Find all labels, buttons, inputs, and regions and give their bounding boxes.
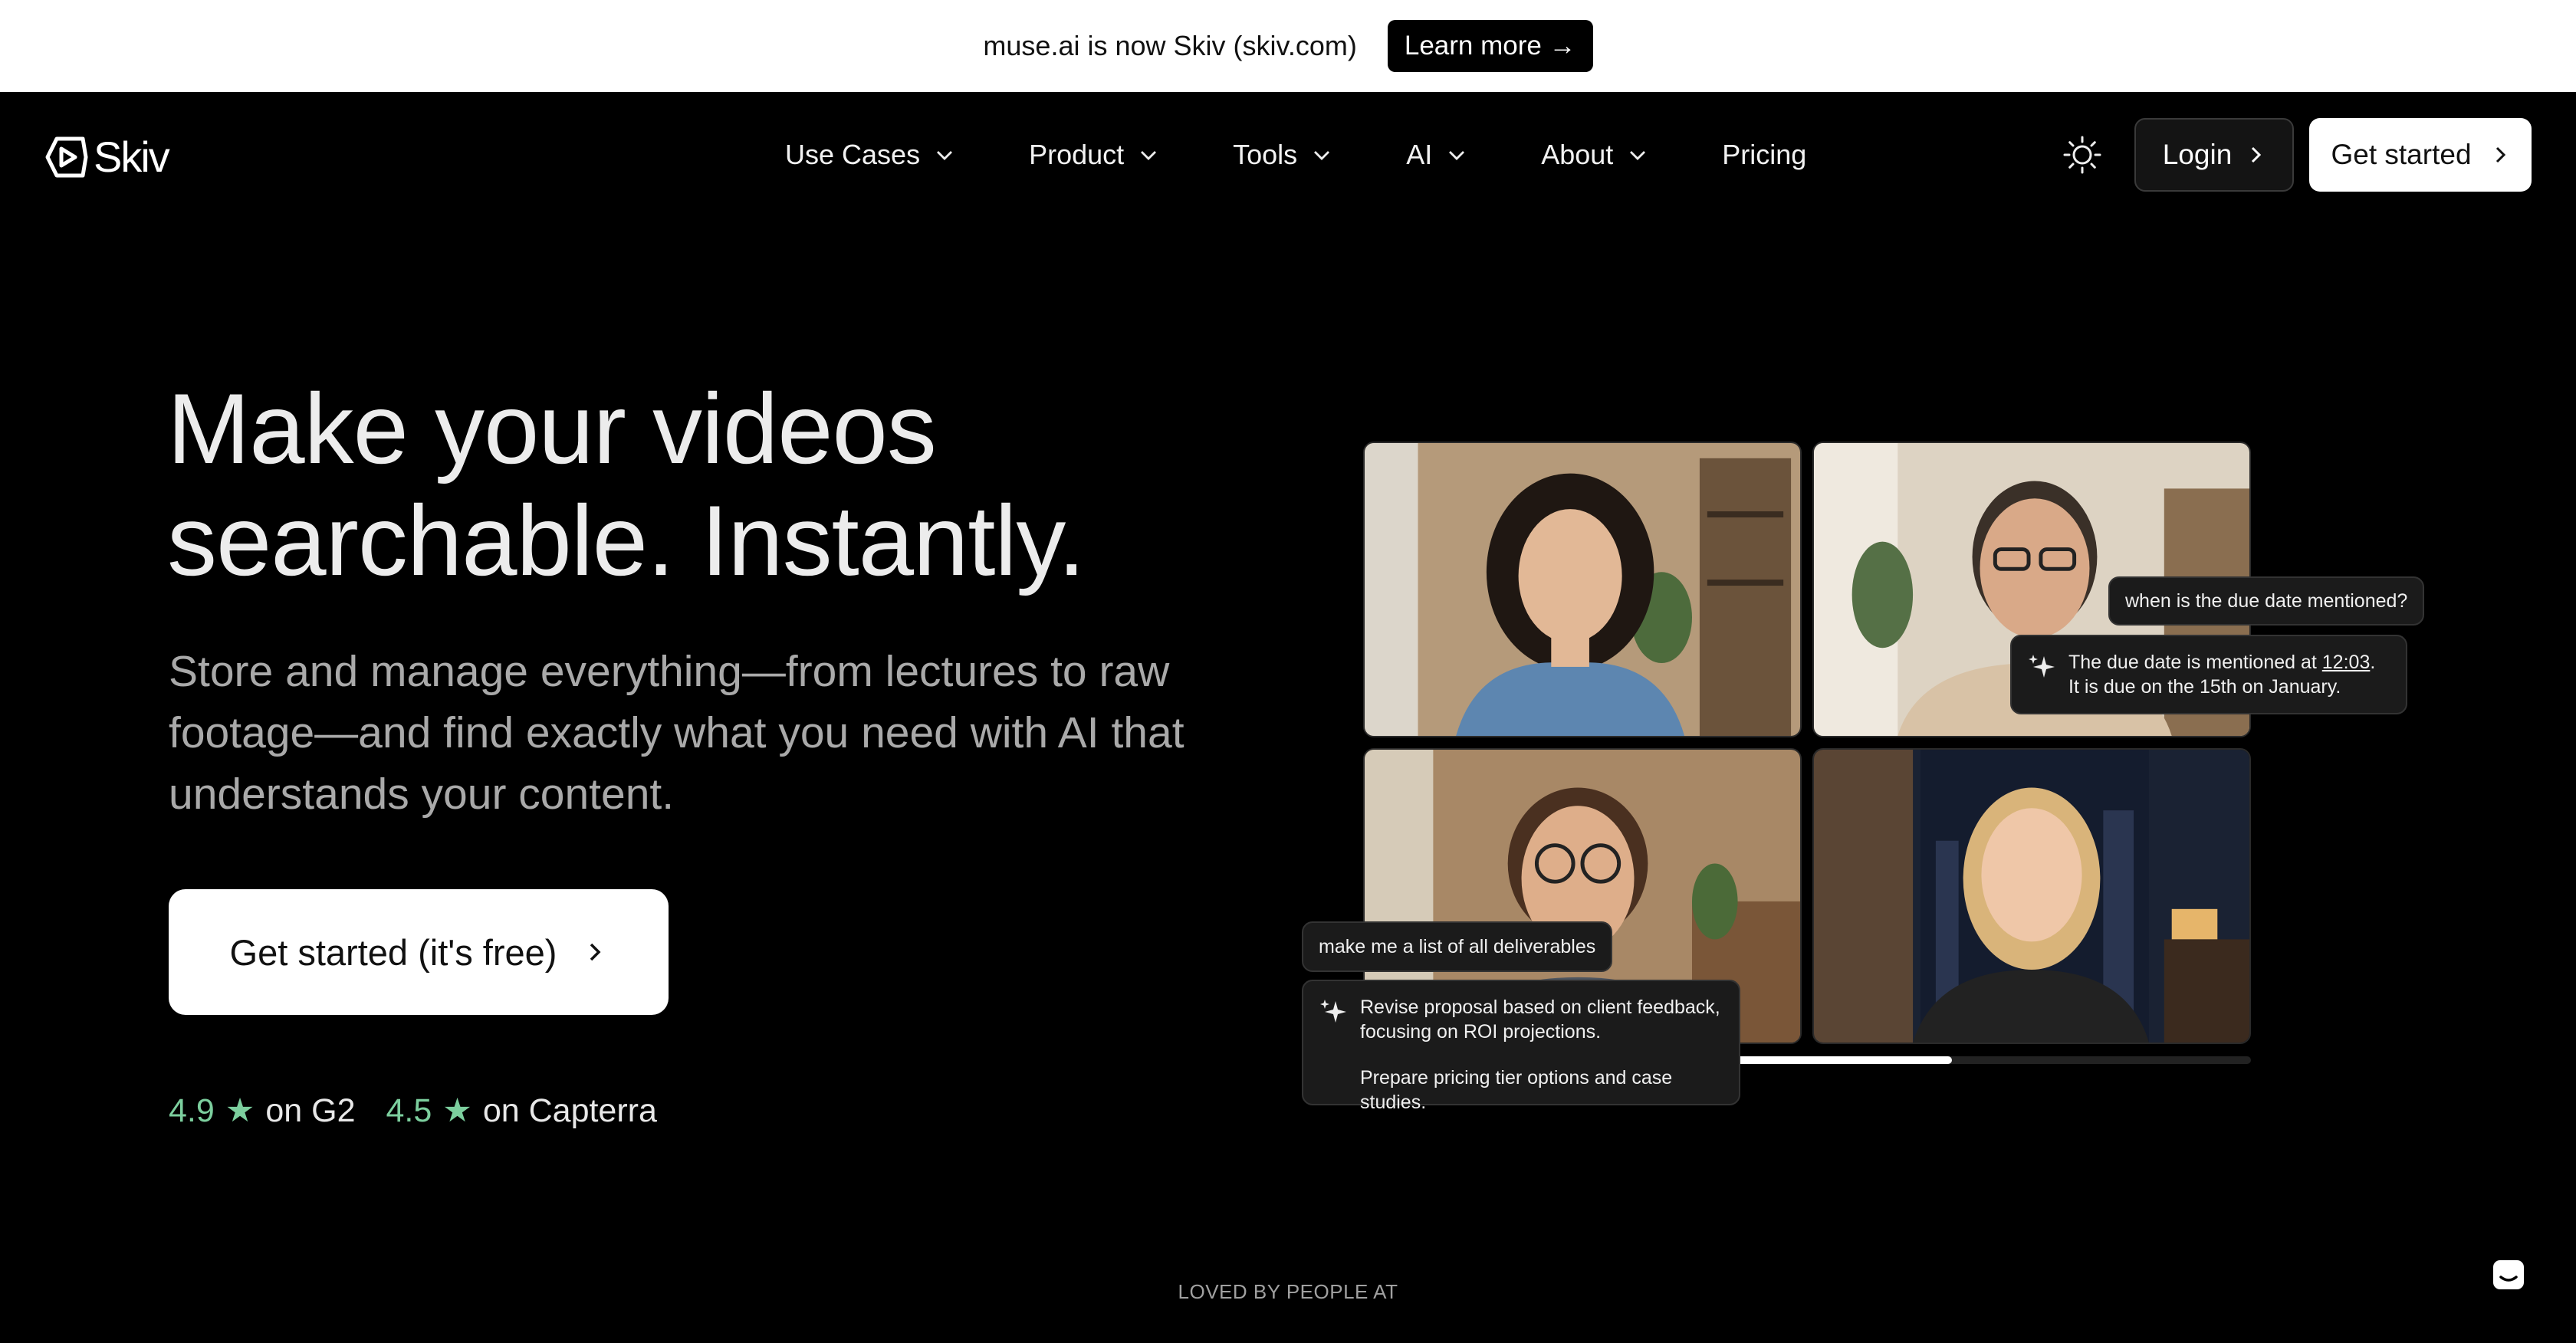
- video-progress-fill: [1736, 1056, 1953, 1064]
- chevron-right-icon: [2252, 146, 2262, 163]
- loved-by-label: LOVED BY PEOPLE AT: [1178, 1280, 1398, 1303]
- video-tile-participant-1: [1363, 442, 1802, 737]
- hero-title-line1: Make your videos: [167, 373, 937, 484]
- deliverable-item: Prepare pricing tier options and case st…: [1360, 1067, 1673, 1113]
- announcement-bar: muse.ai is now Skiv (skiv.com) Learn mor…: [0, 0, 2576, 92]
- star-icon: ★: [442, 1092, 472, 1129]
- cta-get-started-free-button[interactable]: Get started (it's free): [169, 889, 669, 1015]
- sun-icon[interactable]: [2062, 135, 2102, 175]
- get-started-button[interactable]: Get started: [2309, 118, 2532, 192]
- nav-product[interactable]: Product: [1029, 139, 1159, 171]
- announcement-text: muse.ai is now Skiv (skiv.com): [983, 30, 1357, 61]
- video-progress-bar[interactable]: [1736, 1056, 2251, 1064]
- nav-use-cases[interactable]: Use Cases: [785, 139, 955, 171]
- rating-score: 4.9: [169, 1092, 215, 1129]
- login-button[interactable]: Login: [2134, 118, 2294, 192]
- chevron-down-icon: [1141, 151, 1157, 160]
- user-question-bubble: when is the due date mentioned?: [2108, 576, 2425, 626]
- nav-ai-label: AI: [1406, 139, 1433, 170]
- nav-about-label: About: [1541, 139, 1614, 170]
- participant-4-image: [1814, 750, 2249, 1043]
- chat-support-icon[interactable]: [2489, 1256, 2528, 1295]
- nav-tools[interactable]: Tools: [1233, 139, 1332, 171]
- chevron-right-icon: [590, 943, 601, 961]
- rating-capterra[interactable]: 4.5 ★ on Capterra: [386, 1092, 656, 1130]
- question-text: make me a list of all deliverables: [1319, 936, 1596, 957]
- nav-use-cases-label: Use Cases: [785, 139, 921, 170]
- star-icon: ★: [225, 1092, 255, 1129]
- nav-links: Use Cases Product Tools AI About Pricing: [785, 132, 1806, 178]
- rating-site: on G2: [265, 1092, 356, 1129]
- nav-tools-label: Tools: [1233, 139, 1298, 170]
- ai-answer-bubble-2: Revise proposal based on client feedback…: [1302, 980, 1740, 1113]
- logo[interactable]: Skiv: [44, 132, 170, 182]
- rating-g2[interactable]: 4.9 ★ on G2: [169, 1092, 355, 1130]
- user-question-bubble-2: make me a list of all deliverables: [1302, 921, 1613, 972]
- logo-text: Skiv: [94, 133, 170, 181]
- learn-more-button[interactable]: Learn more →: [1387, 20, 1593, 72]
- chevron-down-icon: [937, 151, 953, 160]
- sparkle-icon: [1320, 1000, 1346, 1023]
- chevron-down-icon: [1630, 151, 1646, 160]
- chevron-down-icon: [1314, 151, 1330, 160]
- answer-text: The due date is mentioned at: [2068, 652, 2322, 673]
- hero-subtitle: Store and manage everything—from lecture…: [169, 647, 1184, 819]
- nav-pricing[interactable]: Pricing: [1722, 139, 1806, 171]
- question-text: when is the due date mentioned?: [2125, 590, 2408, 612]
- nav-about[interactable]: About: [1541, 139, 1648, 171]
- rating-score: 4.5: [386, 1092, 432, 1129]
- nav-ai[interactable]: AI: [1406, 139, 1467, 171]
- skiv-logo-icon: [45, 136, 88, 177]
- sparkle-icon: [2029, 655, 2055, 678]
- login-label: Login: [2162, 139, 2233, 170]
- video-tile-participant-4: [1812, 748, 2251, 1044]
- timestamp-link[interactable]: 12:03: [2322, 652, 2371, 673]
- participant-1-image: [1365, 443, 1800, 736]
- nav-product-label: Product: [1029, 139, 1125, 170]
- hero-title: Make your videos searchable. Instantly.: [167, 373, 1317, 596]
- chevron-down-icon: [1449, 151, 1465, 160]
- top-nav: Skiv Use Cases Product Tools AI About Pr…: [0, 92, 2576, 218]
- ai-answer-bubble: The due date is mentioned at 12:03. It i…: [2010, 635, 2407, 714]
- deliverable-item: Revise proposal based on client feedback…: [1360, 997, 1720, 1043]
- hero-title-line2: searchable. Instantly.: [167, 484, 1086, 596]
- get-started-label: Get started: [2331, 139, 2472, 170]
- rating-site: on Capterra: [482, 1092, 657, 1129]
- ratings: 4.9 ★ on G2 4.5 ★ on Capterra: [169, 1092, 688, 1130]
- chevron-right-icon: [2496, 146, 2505, 163]
- nav-pricing-label: Pricing: [1722, 139, 1807, 170]
- cta-label: Get started (it's free): [229, 931, 557, 973]
